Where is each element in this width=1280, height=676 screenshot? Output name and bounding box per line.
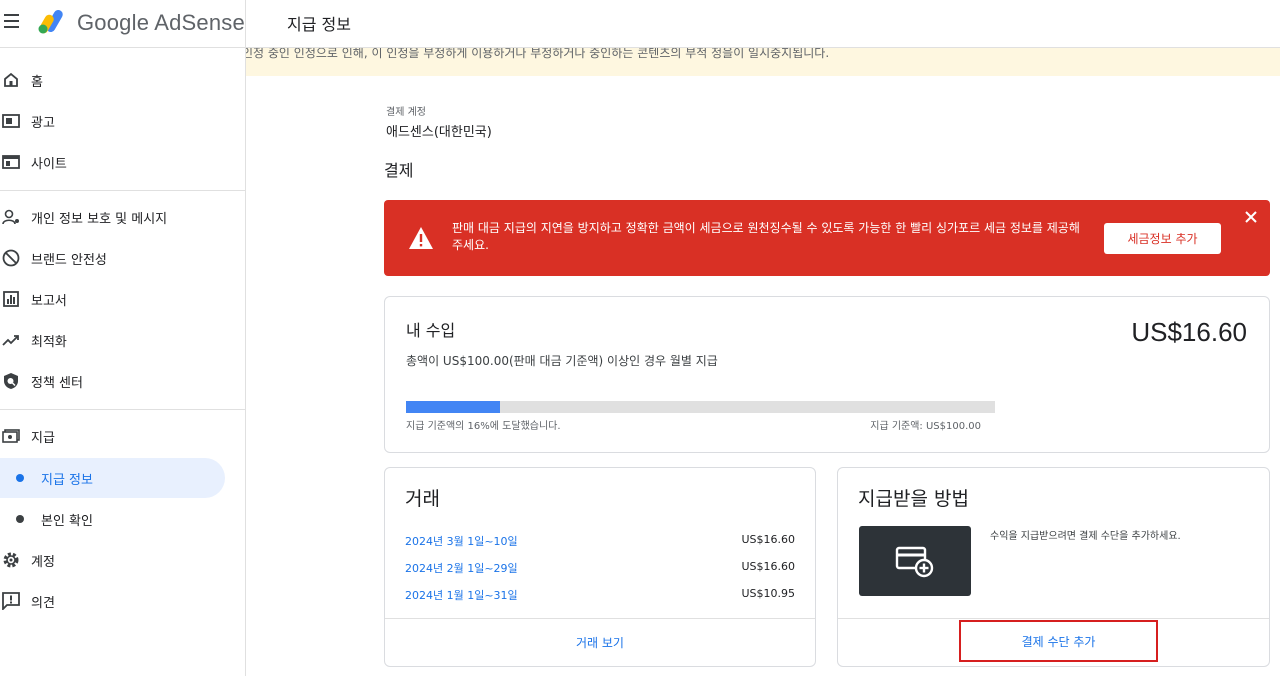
progress-label: 지급 기준액의 16%에 도달했습니다. bbox=[406, 421, 561, 432]
home-icon bbox=[2, 71, 20, 89]
sidebar-item-payments[interactable]: 지급 bbox=[0, 416, 225, 456]
sites-icon bbox=[2, 153, 20, 171]
bullet-dot-icon bbox=[16, 474, 24, 482]
threshold-label: 지급 기준액: US$100.00 bbox=[870, 421, 981, 432]
transaction-amount: US$16.60 bbox=[741, 560, 795, 573]
bullet-dot-icon bbox=[16, 515, 24, 523]
sidebar-divider bbox=[0, 409, 246, 410]
add-card-icon bbox=[895, 546, 934, 578]
sidebar-item-label: 의견 bbox=[31, 595, 55, 611]
warning-icon bbox=[409, 227, 433, 249]
threshold-progress-bar bbox=[406, 401, 995, 413]
earnings-description: 총액이 US$100.00(판매 대금 기준액) 이상인 경우 월별 지급 bbox=[406, 354, 718, 368]
sidebar-item-brand-safety[interactable]: 브랜드 안전성 bbox=[0, 238, 225, 278]
earnings-card: 내 수입 US$16.60 총액이 US$100.00(판매 대금 기준액) 이… bbox=[384, 296, 1270, 453]
transaction-amount: US$10.95 bbox=[741, 587, 795, 600]
sidebar-item-ads[interactable]: 광고 bbox=[0, 101, 225, 141]
section-title: 결제 bbox=[384, 161, 414, 180]
view-transactions-link[interactable]: 거래 보기 bbox=[576, 634, 624, 651]
brand-safety-icon bbox=[2, 249, 20, 267]
policy-icon bbox=[2, 372, 20, 390]
sidebar-item-label: 최적화 bbox=[31, 334, 67, 350]
table-row: 2024년 3월 1일~10일 US$16.60 bbox=[405, 533, 795, 549]
payment-method-card: 지급받을 방법 수익을 지급받으려면 결제 수단을 추가하세요. 결제 수단 추… bbox=[837, 467, 1270, 667]
sidebar: 홈 광고 사이트 개인 정보 보호 및 메시지 브랜드 안전성 보고서 최적화 … bbox=[0, 48, 246, 676]
adsense-logo-icon bbox=[38, 10, 63, 34]
sidebar-item-verification[interactable]: 본인 확인 bbox=[0, 499, 225, 539]
sidebar-item-label: 광고 bbox=[31, 115, 55, 131]
sidebar-item-privacy[interactable]: 개인 정보 보호 및 메시지 bbox=[0, 197, 225, 237]
table-row: 2024년 1월 1일~31일 US$10.95 bbox=[405, 587, 795, 603]
payments-icon bbox=[2, 427, 20, 445]
payment-card-illustration bbox=[859, 526, 971, 596]
sidebar-item-sites[interactable]: 사이트 bbox=[0, 142, 225, 182]
close-icon[interactable] bbox=[1244, 210, 1258, 224]
policy-warning-text: 인정 중인 인정으로 인해, 이 인정을 부정하게 이용하거나 부정하거나 중인… bbox=[246, 48, 830, 60]
add-tax-info-button[interactable]: 세금정보 추가 bbox=[1104, 223, 1221, 254]
feedback-icon bbox=[2, 592, 20, 610]
optimization-icon bbox=[2, 331, 20, 349]
billing-account-label: 결제 계정 bbox=[386, 107, 426, 118]
sidebar-item-optimization[interactable]: 최적화 bbox=[0, 320, 225, 360]
sidebar-item-label: 개인 정보 보호 및 메시지 bbox=[31, 211, 168, 227]
sidebar-item-label: 사이트 bbox=[31, 156, 67, 172]
sidebar-item-label: 본인 확인 bbox=[41, 513, 93, 529]
sidebar-item-label: 지급 bbox=[31, 430, 55, 446]
reports-icon bbox=[2, 290, 20, 308]
payment-method-description: 수익을 지급받으려면 결제 수단을 추가하세요. bbox=[990, 531, 1181, 542]
tax-info-alert: 판매 대금 지급의 지연을 방지하고 정확한 금액이 세금으로 원천징수될 수 … bbox=[384, 200, 1270, 276]
sidebar-item-feedback[interactable]: 의견 bbox=[0, 581, 225, 621]
transactions-card: 거래 2024년 3월 1일~10일 US$16.60 2024년 2월 1일~… bbox=[384, 467, 816, 667]
sidebar-item-label: 브랜드 안전성 bbox=[31, 252, 107, 268]
sidebar-item-policy-center[interactable]: 정책 센터 bbox=[0, 361, 225, 401]
alert-message: 판매 대금 지급의 지연을 방지하고 정확한 금액이 세금으로 원천징수될 수 … bbox=[452, 221, 1080, 252]
billing-account-value: 애드센스(대한민국) bbox=[386, 125, 492, 140]
earnings-amount: US$16.60 bbox=[1131, 317, 1247, 347]
ads-icon bbox=[2, 112, 20, 130]
transaction-date-link[interactable]: 2024년 1월 1일~31일 bbox=[405, 589, 518, 602]
brand-name: Google AdSense bbox=[77, 10, 245, 35]
add-payment-method-button[interactable]: 결제 수단 추가 bbox=[959, 620, 1158, 662]
header-divider bbox=[245, 0, 246, 48]
sidebar-item-label: 보고서 bbox=[31, 293, 67, 309]
add-payment-method-link[interactable]: 결제 수단 추가 bbox=[1022, 633, 1096, 650]
earnings-title: 내 수입 bbox=[406, 321, 456, 340]
transactions-title: 거래 bbox=[405, 488, 440, 510]
sidebar-item-payment-info[interactable]: 지급 정보 bbox=[0, 458, 225, 498]
sidebar-item-account[interactable]: 계정 bbox=[0, 540, 225, 580]
sidebar-divider bbox=[0, 190, 246, 191]
progress-fill bbox=[406, 401, 501, 413]
page-title: 지급 정보 bbox=[287, 15, 351, 34]
top-app-bar: Google AdSense 지급 정보 bbox=[0, 0, 1280, 48]
sidebar-item-label: 계정 bbox=[31, 554, 55, 570]
transaction-amount: US$16.60 bbox=[741, 533, 795, 546]
menu-icon[interactable] bbox=[4, 14, 20, 28]
transaction-date-link[interactable]: 2024년 2월 1일~29일 bbox=[405, 562, 518, 575]
privacy-icon bbox=[2, 208, 20, 226]
transaction-date-link[interactable]: 2024년 3월 1일~10일 bbox=[405, 535, 518, 548]
sidebar-item-label: 지급 정보 bbox=[41, 472, 93, 488]
transactions-footer: 거래 보기 bbox=[385, 618, 815, 666]
gear-icon bbox=[2, 551, 20, 569]
table-row: 2024년 2월 1일~29일 US$16.60 bbox=[405, 560, 795, 576]
sidebar-item-reports[interactable]: 보고서 bbox=[0, 279, 225, 319]
sidebar-item-home[interactable]: 홈 bbox=[0, 60, 225, 100]
sidebar-item-label: 정책 센터 bbox=[31, 375, 83, 391]
sidebar-item-label: 홈 bbox=[31, 74, 43, 90]
payment-method-title: 지급받을 방법 bbox=[858, 488, 969, 510]
policy-warning-strip: 인정 중인 인정으로 인해, 이 인정을 부정하게 이용하거나 부정하거나 중인… bbox=[246, 48, 1280, 76]
